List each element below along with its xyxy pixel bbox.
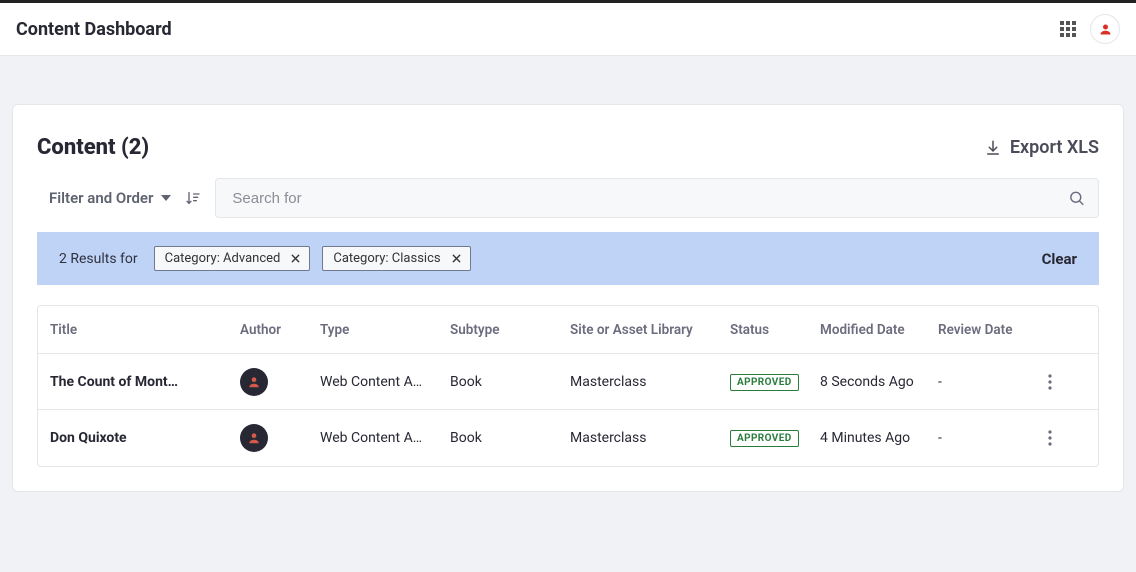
list-toolbar: Filter and Order bbox=[13, 178, 1123, 232]
cell-type: Web Content A… bbox=[320, 430, 450, 446]
cell-review: - bbox=[938, 374, 1048, 390]
col-type[interactable]: Type bbox=[320, 322, 450, 338]
card-title: Content (2) bbox=[37, 135, 984, 160]
export-label: Export XLS bbox=[1010, 137, 1099, 158]
filter-results-label: 2 Results for bbox=[59, 251, 138, 267]
status-badge: APPROVED bbox=[730, 374, 799, 391]
page-title: Content Dashboard bbox=[16, 19, 1060, 40]
filter-chip-label: Category: Advanced bbox=[165, 251, 281, 266]
close-icon bbox=[290, 253, 301, 264]
user-icon bbox=[247, 375, 261, 389]
cell-subtype: Book bbox=[450, 374, 570, 390]
kebab-icon bbox=[1048, 374, 1052, 390]
close-icon bbox=[451, 253, 462, 264]
export-xls-button[interactable]: Export XLS bbox=[984, 137, 1099, 158]
content-table: Title Author Type Subtype Site or Asset … bbox=[37, 305, 1099, 467]
filter-chip-label: Category: Classics bbox=[333, 251, 440, 266]
user-icon bbox=[1098, 22, 1113, 37]
cell-review: - bbox=[938, 430, 1048, 446]
topbar-actions bbox=[1060, 14, 1120, 44]
cell-status: APPROVED bbox=[730, 429, 820, 447]
table-row[interactable]: Don Quixote Web Content A… Book Mastercl… bbox=[38, 410, 1098, 466]
cell-author bbox=[240, 368, 320, 396]
chevron-down-icon bbox=[161, 195, 171, 201]
card-header: Content (2) Export XLS bbox=[13, 105, 1123, 178]
search-input[interactable] bbox=[215, 178, 1099, 218]
author-avatar bbox=[240, 424, 268, 452]
cell-site: Masterclass bbox=[570, 374, 730, 390]
search-icon-button[interactable] bbox=[1068, 190, 1085, 207]
content-card: Content (2) Export XLS Filter and Order bbox=[12, 104, 1124, 492]
col-modified[interactable]: Modified Date bbox=[820, 322, 938, 338]
filter-order-button[interactable]: Filter and Order bbox=[49, 189, 171, 207]
row-actions-button[interactable] bbox=[1048, 374, 1088, 390]
row-actions-button[interactable] bbox=[1048, 430, 1088, 446]
cell-modified: 8 Seconds Ago bbox=[820, 374, 938, 390]
filter-results-bar: 2 Results for Category: Advanced Categor… bbox=[37, 232, 1099, 285]
cell-site: Masterclass bbox=[570, 430, 730, 446]
table-row[interactable]: The Count of Mont… Web Content A… Book M… bbox=[38, 354, 1098, 410]
sort-button[interactable] bbox=[185, 190, 201, 206]
clear-filters-button[interactable]: Clear bbox=[1042, 250, 1077, 268]
sort-icon bbox=[185, 190, 201, 206]
col-review[interactable]: Review Date bbox=[938, 322, 1048, 338]
topbar: Content Dashboard bbox=[0, 0, 1136, 56]
col-author[interactable]: Author bbox=[240, 322, 320, 338]
cell-author bbox=[240, 424, 320, 452]
table-header: Title Author Type Subtype Site or Asset … bbox=[38, 306, 1098, 354]
filter-order-label: Filter and Order bbox=[49, 189, 153, 207]
search-wrap bbox=[215, 178, 1099, 218]
download-icon bbox=[984, 139, 1002, 157]
apps-icon[interactable] bbox=[1060, 21, 1076, 37]
user-avatar-button[interactable] bbox=[1090, 14, 1120, 44]
chip-remove-button[interactable] bbox=[451, 253, 462, 264]
filter-chip: Category: Classics bbox=[322, 246, 470, 271]
status-badge: APPROVED bbox=[730, 430, 799, 447]
search-icon bbox=[1068, 190, 1085, 207]
user-icon bbox=[247, 431, 261, 445]
cell-subtype: Book bbox=[450, 430, 570, 446]
cell-title: The Count of Mont… bbox=[50, 374, 240, 390]
cell-status: APPROVED bbox=[730, 373, 820, 391]
col-subtype[interactable]: Subtype bbox=[450, 322, 570, 338]
col-title[interactable]: Title bbox=[50, 322, 240, 338]
col-status[interactable]: Status bbox=[730, 322, 820, 338]
author-avatar bbox=[240, 368, 268, 396]
cell-modified: 4 Minutes Ago bbox=[820, 430, 938, 446]
filter-chip: Category: Advanced bbox=[154, 246, 311, 271]
kebab-icon bbox=[1048, 430, 1052, 446]
cell-title: Don Quixote bbox=[50, 430, 240, 446]
chip-remove-button[interactable] bbox=[290, 253, 301, 264]
cell-type: Web Content A… bbox=[320, 374, 450, 390]
col-site[interactable]: Site or Asset Library bbox=[570, 322, 730, 338]
